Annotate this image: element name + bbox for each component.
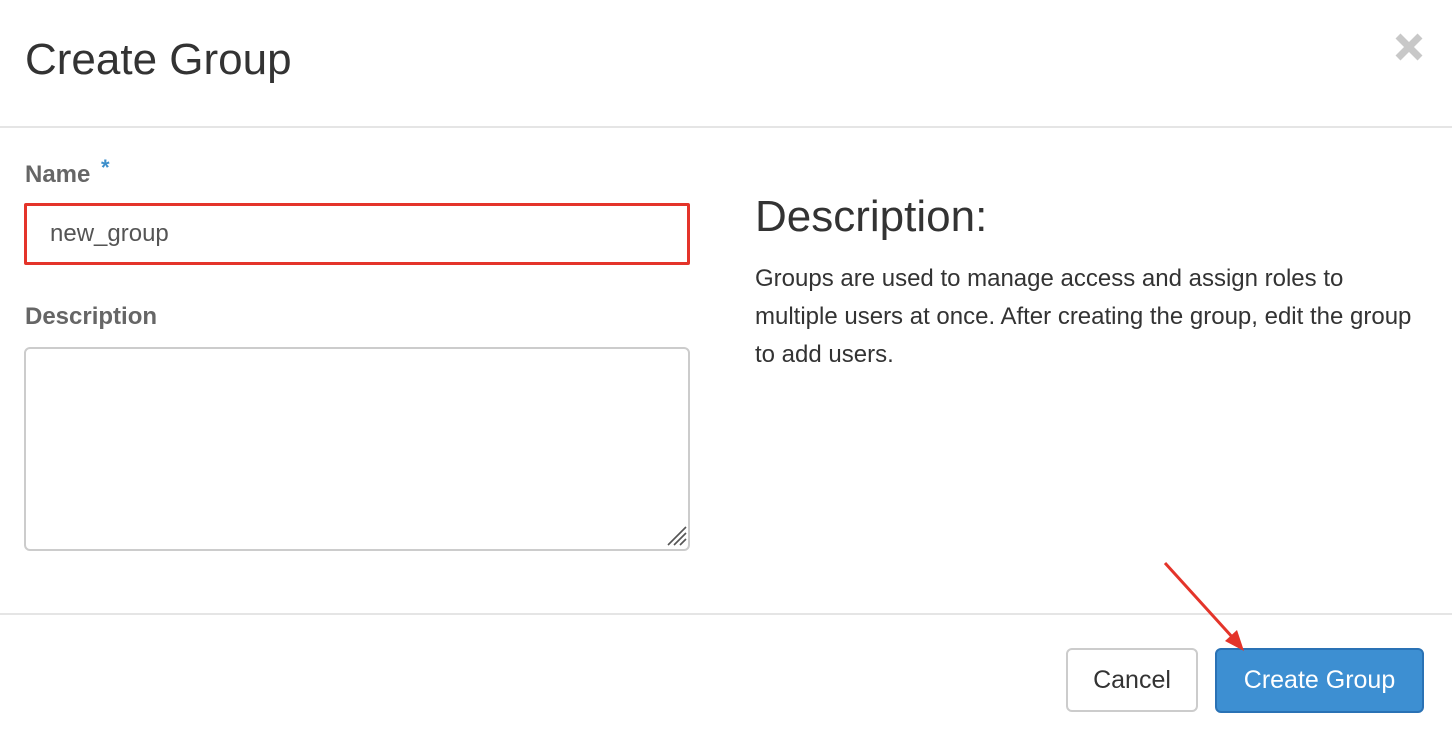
create-group-modal: Create Group Name * Description Descript… — [0, 0, 1452, 740]
name-label: Name — [25, 161, 91, 188]
help-heading: Description: — [755, 192, 988, 241]
cancel-button[interactable]: Cancel — [1066, 648, 1198, 712]
modal-header: Create Group — [0, 0, 1452, 128]
modal-footer: Cancel Create Group — [0, 613, 1452, 740]
help-text: Groups are used to manage access and ass… — [755, 265, 1412, 368]
description-textarea[interactable] — [24, 347, 690, 551]
create-group-button[interactable]: Create Group — [1215, 648, 1424, 713]
required-marker: * — [101, 155, 110, 180]
name-input[interactable] — [24, 203, 690, 265]
modal-title: Create Group — [25, 35, 292, 84]
close-icon — [1395, 33, 1423, 61]
close-button[interactable] — [1392, 30, 1426, 64]
resize-grip-icon[interactable] — [664, 523, 688, 547]
description-label: Description — [25, 303, 158, 330]
